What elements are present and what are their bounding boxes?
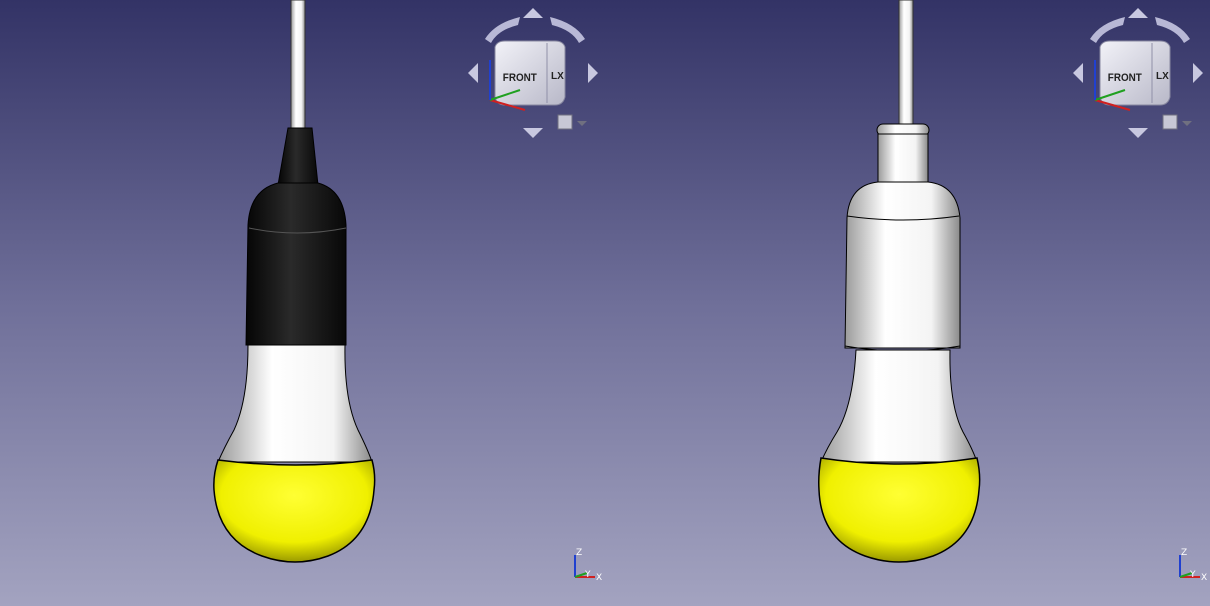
- cable: [898, 0, 914, 126]
- axis-x-label: X: [1201, 573, 1207, 583]
- cube-front-label[interactable]: FRONT: [503, 73, 538, 85]
- arrow-down-icon[interactable]: [1128, 128, 1148, 138]
- cable: [290, 0, 306, 131]
- bulb-globe: [213, 459, 376, 563]
- cube-front-label[interactable]: FRONT: [1108, 73, 1143, 85]
- view-menu-cube-icon[interactable]: [557, 114, 573, 130]
- rotate-right-arrow-icon[interactable]: [550, 17, 585, 43]
- navigation-cube[interactable]: FRONT LX: [465, 5, 605, 140]
- rotate-left-arrow-icon[interactable]: [1090, 17, 1125, 43]
- view-menu-dropdown-icon[interactable]: [1182, 121, 1192, 126]
- viewport-left[interactable]: FRONT LX Z Y X: [0, 0, 605, 606]
- bulb-neck: [820, 349, 978, 463]
- axis-y-label: Y: [1189, 570, 1196, 580]
- axis-y-label: Y: [584, 570, 591, 580]
- cube-side-label[interactable]: LX: [551, 71, 564, 82]
- arrow-up-icon[interactable]: [1128, 8, 1148, 18]
- cube-side-label[interactable]: LX: [1156, 71, 1169, 82]
- view-menu-cube-icon[interactable]: [1162, 114, 1178, 130]
- arrow-right-icon[interactable]: [588, 63, 598, 83]
- arrow-up-icon[interactable]: [523, 8, 543, 18]
- arrow-left-icon[interactable]: [1073, 63, 1083, 83]
- arrow-down-icon[interactable]: [523, 128, 543, 138]
- rotate-left-arrow-icon[interactable]: [485, 17, 520, 43]
- arrow-right-icon[interactable]: [1193, 63, 1203, 83]
- rotate-right-arrow-icon[interactable]: [1155, 17, 1190, 43]
- axis-indicator: Z Y X: [574, 548, 602, 583]
- socket-body: [245, 182, 347, 346]
- navigation-cube[interactable]: FRONT LX: [1070, 5, 1210, 140]
- socket-body: [844, 181, 961, 349]
- bulb-globe: [818, 457, 981, 563]
- axis-z-label: Z: [1181, 548, 1187, 558]
- axis-x-label: X: [596, 573, 602, 583]
- socket-cap: [277, 127, 319, 186]
- arrow-left-icon[interactable]: [468, 63, 478, 83]
- bulb-neck: [217, 344, 373, 463]
- axis-indicator: Z Y X: [1179, 548, 1207, 583]
- socket-neck: [877, 133, 929, 183]
- viewport-right[interactable]: FRONT LX Z Y X: [605, 0, 1210, 606]
- axis-z-label: Z: [576, 548, 582, 558]
- view-menu-dropdown-icon[interactable]: [577, 121, 587, 126]
